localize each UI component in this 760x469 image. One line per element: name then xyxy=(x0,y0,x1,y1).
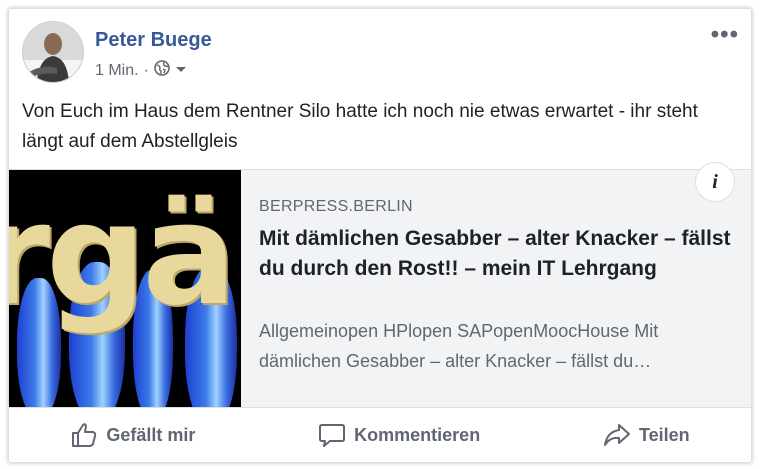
post-timestamp[interactable]: 1 Min. xyxy=(95,62,139,80)
comment-button[interactable]: Kommentieren xyxy=(318,421,480,449)
author-name[interactable]: Peter Buege xyxy=(95,29,212,52)
link-thumbnail[interactable]: rgä xyxy=(9,170,241,407)
thumbs-up-icon xyxy=(70,421,98,449)
thumbnail-text: rgä xyxy=(9,174,237,337)
post-meta: 1 Min. · xyxy=(95,60,187,81)
avatar[interactable] xyxy=(22,21,84,83)
share-button[interactable]: Teilen xyxy=(603,421,690,449)
like-label: Gefällt mir xyxy=(106,424,196,445)
more-options-icon[interactable]: ••• xyxy=(711,23,739,47)
caret-down-icon[interactable] xyxy=(175,62,187,80)
post-text: Von Euch im Haus dem Rentner Silo hatte … xyxy=(22,101,698,152)
link-title[interactable]: Mit dämlichen Gesabber – alter Knacker –… xyxy=(259,224,739,284)
avatar-photo xyxy=(23,22,83,82)
like-button[interactable]: Gefällt mir xyxy=(70,421,195,449)
post-card: Peter Buege 1 Min. · ••• Von Euch im Hau… xyxy=(8,8,752,463)
info-button[interactable]: i xyxy=(695,162,735,202)
globe-icon[interactable] xyxy=(154,60,170,81)
link-preview[interactable]: rgä BERPRESS.BERLIN Mit dämlichen Gesabb… xyxy=(9,169,751,408)
action-bar: Gefällt mir Kommentieren Teilen xyxy=(9,407,751,462)
link-source: BERPRESS.BERLIN xyxy=(259,198,413,215)
speech-bubble-icon xyxy=(318,421,346,449)
meta-separator: · xyxy=(143,61,149,79)
link-description: Allgemeinopen HPlopen SAPopenMoocHouse M… xyxy=(259,321,659,371)
comment-label: Kommentieren xyxy=(354,424,481,445)
share-label: Teilen xyxy=(638,424,690,445)
share-arrow-icon xyxy=(603,421,631,449)
